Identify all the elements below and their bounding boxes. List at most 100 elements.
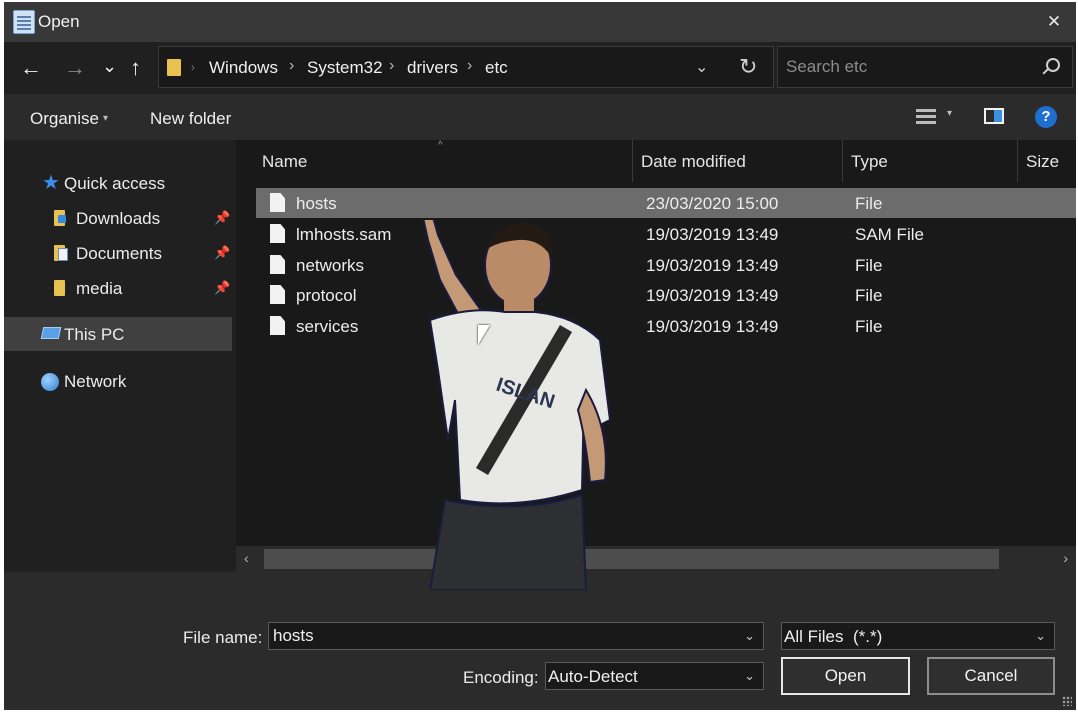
- file-name: protocol: [296, 286, 357, 305]
- address-bar[interactable]: › Windows › System32 › drivers › etc ⌄ ↻: [158, 46, 774, 88]
- help-button[interactable]: ?: [1035, 106, 1057, 128]
- back-arrow-icon: ←: [20, 55, 42, 80]
- chevron-down-icon[interactable]: ⌄: [744, 628, 755, 644]
- file-icon: [270, 255, 285, 274]
- file-type: File: [855, 286, 883, 305]
- chevron-right-icon[interactable]: ›: [289, 57, 294, 75]
- file-date: 19/03/2019 13:49: [646, 256, 779, 275]
- sidebar-item-label: media: [76, 279, 123, 298]
- star-icon: ★: [42, 172, 60, 194]
- navigation-pane: ★ Quick access Downloads 📌 Documents 📌 m…: [4, 140, 236, 572]
- open-dialog: Open ✕ ← → ⌄ ↑ › Windows › System32 › dr…: [4, 2, 1076, 710]
- file-type: File: [855, 317, 883, 336]
- command-bar: Organise ▾ New folder ▾ ?: [4, 94, 1076, 140]
- file-type: File: [855, 256, 883, 275]
- caret-down-icon[interactable]: ▾: [947, 108, 952, 119]
- file-name: services: [296, 317, 359, 336]
- file-row-protocol[interactable]: protocol 19/03/2019 13:49 File: [256, 280, 1076, 310]
- search-input[interactable]: [778, 47, 1038, 87]
- sidebar-item-label: Network: [64, 372, 127, 391]
- folder-icon: [167, 59, 181, 76]
- caret-down-icon: ▾: [102, 113, 109, 124]
- sidebar-item-this-pc[interactable]: This PC: [4, 317, 232, 351]
- file-row-lmhosts[interactable]: lmhosts.sam 19/03/2019 13:49 SAM File: [256, 219, 1076, 249]
- file-row-hosts[interactable]: hosts 23/03/2020 15:00 File: [256, 188, 1076, 218]
- back-button[interactable]: ←: [20, 56, 42, 80]
- encoding-label: Encoding:: [463, 668, 539, 687]
- sidebar-item-label: Downloads: [76, 209, 161, 228]
- column-header-name[interactable]: Name: [236, 140, 633, 182]
- pin-icon[interactable]: 📌: [214, 210, 230, 226]
- column-header-date-modified[interactable]: Date modified: [633, 140, 843, 182]
- file-date: 23/03/2020 15:00: [646, 194, 779, 213]
- file-name-combobox[interactable]: ⌄: [268, 622, 764, 650]
- column-header-label: Type: [851, 152, 888, 171]
- encoding-select[interactable]: Auto-Detect ⌄: [545, 662, 764, 690]
- chevron-down-icon[interactable]: ⌄: [744, 668, 755, 684]
- chevron-down-icon[interactable]: ⌄: [1035, 628, 1046, 644]
- window-title: Open: [38, 12, 80, 31]
- column-header-type[interactable]: Type: [843, 140, 1018, 182]
- column-header-label: Size: [1026, 152, 1060, 171]
- chevron-right-icon[interactable]: ›: [389, 57, 394, 75]
- breadcrumb-system32[interactable]: System32: [307, 58, 383, 78]
- open-button[interactable]: Open: [781, 657, 910, 695]
- sidebar-item-documents[interactable]: Documents 📌: [4, 236, 232, 270]
- refresh-icon: ↻: [739, 54, 758, 79]
- file-row-services[interactable]: services 19/03/2019 13:49 File: [256, 311, 1076, 341]
- breadcrumb-drivers[interactable]: drivers: [407, 58, 458, 78]
- new-folder-button[interactable]: New folder: [150, 109, 231, 129]
- help-icon: ?: [1041, 108, 1051, 125]
- file-list: ^ Name Date modified Type Size hosts 23/…: [236, 140, 1076, 572]
- sidebar-item-media[interactable]: media 📌: [4, 271, 232, 305]
- downloads-folder-icon: [54, 210, 66, 226]
- file-row-networks[interactable]: networks 19/03/2019 13:49 File: [256, 250, 1076, 280]
- forward-button[interactable]: →: [64, 56, 86, 80]
- horizontal-scrollbar[interactable]: ‹ ›: [236, 546, 1076, 572]
- scroll-left-icon[interactable]: ‹: [244, 550, 249, 566]
- network-icon: [41, 373, 59, 391]
- file-date: 19/03/2019 13:49: [646, 317, 779, 336]
- notepad-icon: [13, 10, 35, 34]
- file-icon: [270, 193, 285, 212]
- sidebar-item-quick-access[interactable]: ★ Quick access: [4, 166, 232, 200]
- sidebar-item-network[interactable]: Network: [4, 364, 232, 398]
- close-button[interactable]: ✕: [1042, 10, 1066, 34]
- organise-label: Organise: [30, 109, 99, 128]
- sidebar-item-label: Quick access: [64, 174, 166, 193]
- breadcrumb-windows[interactable]: Windows: [209, 58, 278, 78]
- computer-icon: [40, 327, 62, 339]
- recent-locations-button[interactable]: ⌄: [102, 54, 117, 78]
- sidebar-item-label: Documents: [76, 244, 162, 263]
- file-type: SAM File: [855, 225, 924, 244]
- column-header-label: Date modified: [641, 152, 746, 171]
- close-icon: ✕: [1046, 12, 1062, 31]
- column-header-size[interactable]: Size: [1018, 140, 1076, 182]
- search-icon[interactable]: [1046, 58, 1060, 72]
- file-name-input[interactable]: [269, 623, 739, 649]
- file-type-select[interactable]: All Files (*.*) ⌄: [781, 622, 1055, 650]
- resize-grip-icon[interactable]: [1062, 696, 1072, 706]
- refresh-button[interactable]: ↻: [739, 54, 757, 80]
- file-icon: [270, 285, 285, 304]
- documents-folder-icon: [54, 245, 68, 261]
- scroll-right-icon[interactable]: ›: [1063, 550, 1068, 566]
- chevron-down-icon: ⌄: [102, 56, 118, 76]
- pin-icon[interactable]: 📌: [214, 245, 230, 261]
- change-view-icon[interactable]: [916, 109, 936, 125]
- forward-arrow-icon: →: [64, 55, 86, 80]
- chevron-right-icon[interactable]: ›: [467, 57, 472, 75]
- breadcrumb-etc[interactable]: etc: [485, 58, 508, 78]
- pin-icon[interactable]: 📌: [214, 280, 230, 296]
- cancel-button[interactable]: Cancel: [927, 657, 1055, 695]
- address-dropdown-icon[interactable]: ⌄: [695, 57, 708, 77]
- search-box[interactable]: [777, 46, 1073, 88]
- up-button[interactable]: ↑: [130, 56, 141, 80]
- sidebar-item-downloads[interactable]: Downloads 📌: [4, 201, 232, 235]
- preview-pane-icon[interactable]: [984, 108, 1004, 124]
- sidebar-item-label: This PC: [64, 325, 125, 344]
- navigation-bar: ← → ⌄ ↑ › Windows › System32 › drivers ›…: [4, 42, 1076, 94]
- scrollbar-thumb[interactable]: [264, 549, 999, 569]
- organise-button[interactable]: Organise ▾: [30, 109, 108, 129]
- file-type-value: All Files (*.*): [784, 627, 883, 646]
